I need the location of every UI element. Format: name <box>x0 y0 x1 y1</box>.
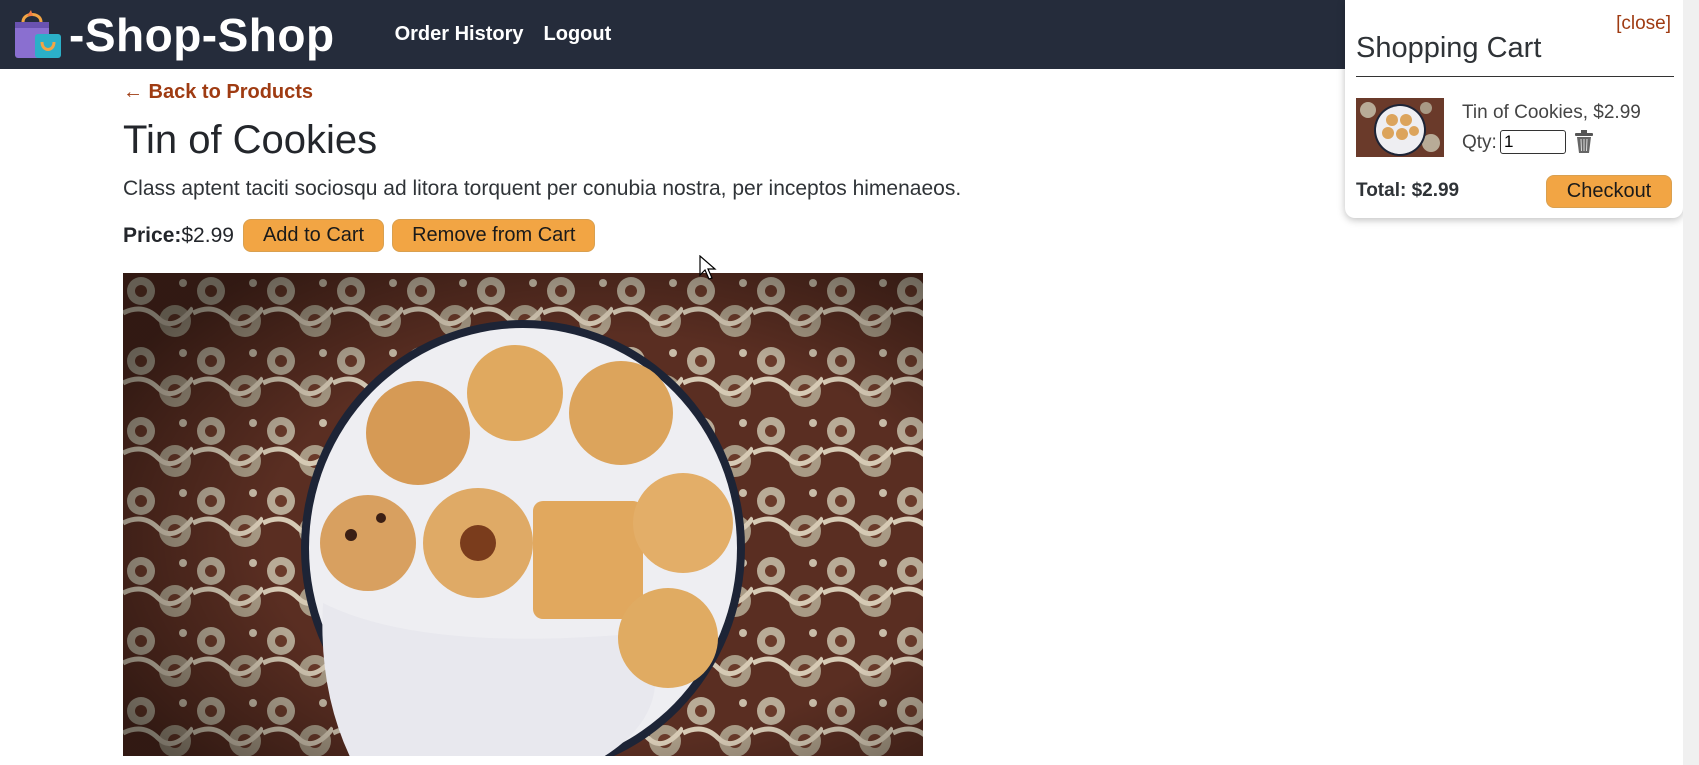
add-to-cart-button[interactable]: Add to Cart <box>242 219 385 252</box>
cart-divider <box>1356 76 1674 77</box>
price-row: Price: $2.99 Add to Cart Remove from Car… <box>123 219 1323 252</box>
cart-close-link[interactable]: [close] <box>1616 13 1671 35</box>
cart-qty-label: Qty: <box>1462 132 1497 153</box>
product-title: Tin of Cookies <box>123 118 378 162</box>
nav-logout[interactable]: Logout <box>544 23 612 46</box>
vertical-scrollbar[interactable] <box>1683 0 1699 765</box>
brand-name: -Shop-Shop <box>69 8 335 61</box>
product-image <box>123 273 923 756</box>
cart-qty-input[interactable] <box>1500 130 1566 154</box>
main-nav: Order History Logout <box>395 23 632 46</box>
product-detail: ← Back to Products Tin of Cookies Class … <box>123 69 1323 756</box>
cart-item-thumbnail <box>1356 98 1444 157</box>
remove-from-cart-button[interactable]: Remove from Cart <box>392 219 596 252</box>
price-value: $2.99 <box>181 223 234 247</box>
checkout-button[interactable]: Checkout <box>1546 175 1672 208</box>
mouse-pointer-icon <box>699 255 717 280</box>
nav-order-history[interactable]: Order History <box>395 23 524 46</box>
cart-item-name: Tin of Cookies, $2.99 <box>1462 102 1641 123</box>
shopping-cart-panel: [close] Shopping Cart Tin of Cookies, $2… <box>1345 0 1683 218</box>
cart-total: Total: $2.99 <box>1356 180 1460 201</box>
brand[interactable]: -Shop-Shop <box>11 8 335 62</box>
trash-icon[interactable] <box>1573 130 1595 154</box>
shopping-bag-icon <box>15 9 61 58</box>
cart-title: Shopping Cart <box>1356 32 1542 64</box>
back-to-products-link[interactable]: ← Back to Products <box>123 81 1323 104</box>
price-label: Price: <box>123 223 182 247</box>
product-description: Class aptent taciti sociosqu ad litora t… <box>123 177 962 200</box>
